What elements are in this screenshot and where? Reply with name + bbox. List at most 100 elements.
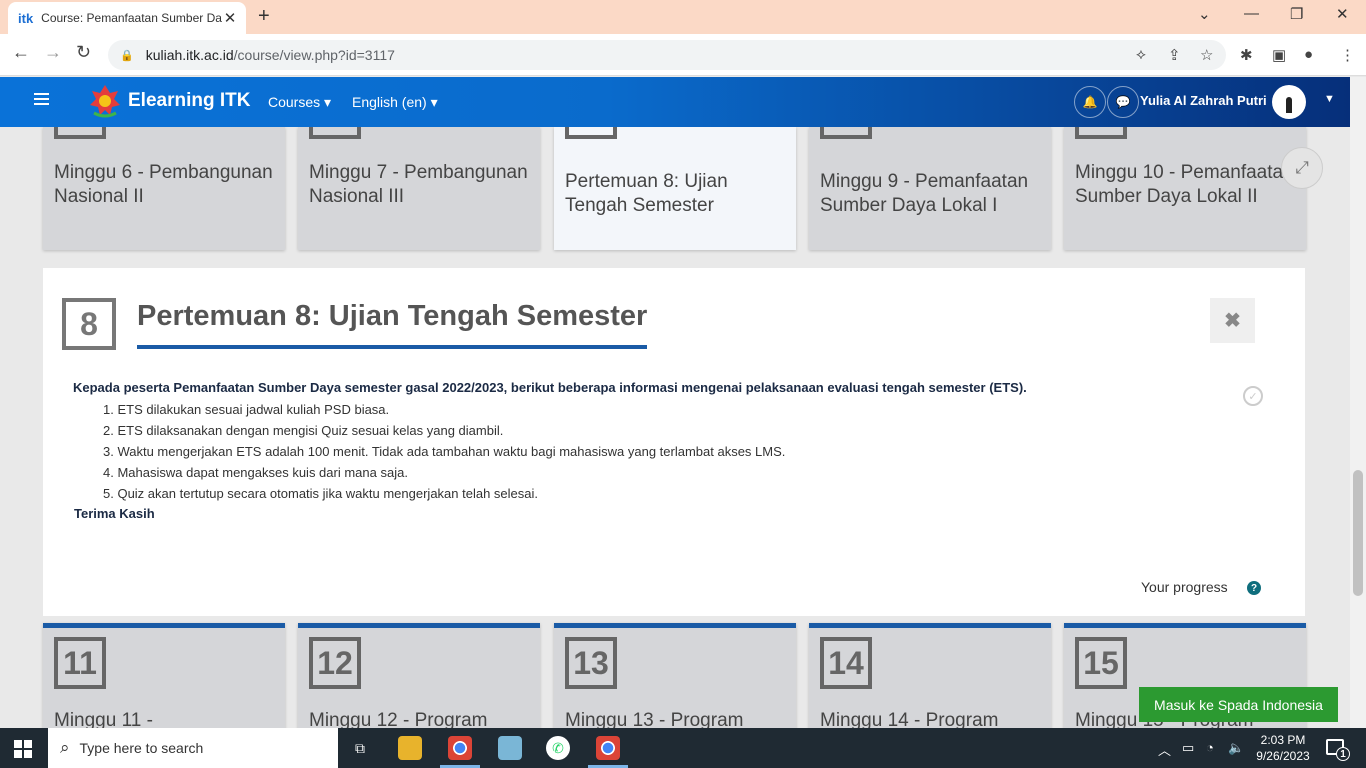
tab-title: Course: Pemanfaatan Sumber Daya <box>41 11 222 25</box>
notes-app-icon[interactable] <box>498 736 522 760</box>
chevron-down-icon: ▾ <box>430 94 438 110</box>
card-title: Minggu 12 - Program <box>309 710 488 728</box>
section-number: 8 <box>62 298 116 350</box>
volume-icon[interactable]: 🔈 <box>1228 740 1244 756</box>
language-menu[interactable]: English (en) ▾ <box>352 94 438 111</box>
user-name[interactable]: Yulia Al Zahrah Putri <box>1140 93 1267 108</box>
course-content: Minggu 6 - Pembangunan Nasional II Mingg… <box>0 127 1350 728</box>
section-card-11[interactable]: 11 Minggu 11 - <box>43 623 285 728</box>
card-title: Pertemuan 8: Ujian Tengah Semester <box>565 171 728 216</box>
extensions-puzzle-icon[interactable]: ✱ <box>1240 46 1253 64</box>
list-item: 1. ETS dilakukan sesuai jadwal kuliah PS… <box>103 402 390 417</box>
url-host: kuliah.itk.ac.id <box>145 47 234 63</box>
clock[interactable]: 2:03 PM 9/26/2023 <box>1252 732 1314 764</box>
section-card-10[interactable]: Minggu 10 - Pemanfaatan Sumber Daya Loka… <box>1064 127 1306 250</box>
list-item: 5. Quiz akan tertutup secara otomatis ji… <box>103 486 539 501</box>
tab-close-icon[interactable]: ✕ <box>222 9 238 27</box>
close-section-button[interactable]: ✖ <box>1210 298 1255 343</box>
taskbar-search[interactable]: ⌕ Type here to search <box>48 728 338 768</box>
section-card-9[interactable]: Minggu 9 - Pemanfaatan Sumber Daya Lokal… <box>809 127 1051 250</box>
whatsapp-icon[interactable]: ✆ <box>546 736 570 760</box>
section-title: Pertemuan 8: Ujian Tengah Semester <box>137 300 648 349</box>
card-top-border <box>1064 623 1306 628</box>
clock-time: 2:03 PM <box>1260 733 1306 747</box>
section-card-12[interactable]: 12 Minggu 12 - Program <box>298 623 540 728</box>
section-card-14[interactable]: 14 Minggu 14 - Program <box>809 623 1051 728</box>
address-toolbar: ← → ↻ 🔒 kuliah.itk.ac.id /course/view.ph… <box>0 34 1366 76</box>
expand-icon[interactable]: ⤢ <box>1281 147 1323 189</box>
section-panel: 8 Pertemuan 8: Ujian Tengah Semester ✖ K… <box>43 268 1305 616</box>
section-number-box: 11 <box>54 637 106 689</box>
section-card-8[interactable]: Pertemuan 8: Ujian Tengah Semester <box>554 127 796 250</box>
notification-center-icon[interactable]: 1 <box>1326 739 1350 761</box>
battery-icon[interactable]: ▭ <box>1182 740 1194 756</box>
browser-menu-icon[interactable]: ⋮ <box>1340 46 1355 64</box>
windows-start-icon[interactable] <box>14 740 32 758</box>
itk-logo-icon <box>90 85 120 118</box>
wifi-icon[interactable]: ◔ <box>1206 740 1214 755</box>
minimize-icon[interactable]: — <box>1244 5 1259 22</box>
section-card-13[interactable]: 13 Minggu 13 - Program <box>554 623 796 728</box>
card-top-border <box>554 623 796 628</box>
help-icon[interactable]: ? <box>1247 581 1261 595</box>
task-view-icon[interactable]: ⧉ <box>348 736 372 760</box>
forward-arrow-icon[interactable]: → <box>44 42 62 63</box>
progress-label: Your progress <box>1141 579 1228 595</box>
card-top-border <box>809 623 1051 628</box>
url-bar[interactable]: 🔒 kuliah.itk.ac.id /course/view.php?id=3… <box>108 40 1226 70</box>
file-explorer-icon[interactable] <box>398 736 422 760</box>
section-card-7[interactable]: Minggu 7 - Pembangunan Nasional III <box>298 127 540 250</box>
section-number-box: 14 <box>820 637 872 689</box>
site-brand[interactable]: Elearning ITK <box>128 90 250 112</box>
info-list: 1. ETS dilakukan sesuai jadwal kuliah PS… <box>103 401 785 506</box>
tab-search-chevron-icon[interactable]: ⌄ <box>1198 5 1211 23</box>
card-title: Minggu 11 - <box>54 710 153 728</box>
section-number-box <box>820 127 872 139</box>
section-number-box <box>54 127 106 139</box>
notification-count: 1 <box>1336 747 1350 761</box>
chrome-icon[interactable] <box>448 736 472 760</box>
card-title: Minggu 10 - Pemanfaatan Sumber Daya Loka… <box>1075 162 1294 207</box>
hamburger-menu-icon[interactable] <box>34 93 49 105</box>
section-number-box <box>565 127 617 139</box>
completion-check-icon[interactable]: ✓ <box>1243 386 1263 406</box>
share-icon[interactable]: ⇪ <box>1168 46 1181 64</box>
card-title: Minggu 7 - Pembangunan Nasional III <box>309 162 528 207</box>
notifications-bell-icon[interactable]: 🔔 <box>1074 86 1106 118</box>
side-panel-icon[interactable]: ▣ <box>1272 46 1286 64</box>
restore-icon[interactable]: ❐ <box>1290 5 1303 23</box>
spada-button[interactable]: Masuk ke Spada Indonesia <box>1139 687 1338 722</box>
section-number-box: 15 <box>1075 637 1127 689</box>
windows-taskbar: ⌕ Type here to search ⧉ ✆ ︿ ▭ ◔ 🔈 2:03 P… <box>0 728 1366 768</box>
tray-chevron-icon[interactable]: ︿ <box>1158 740 1171 759</box>
card-top-border <box>43 623 285 628</box>
chrome-profile-icon[interactable] <box>596 736 620 760</box>
section-card-6[interactable]: Minggu 6 - Pembangunan Nasional II <box>43 127 285 250</box>
list-item: 2. ETS dilaksanakan dengan mengisi Quiz … <box>103 423 504 438</box>
clock-date: 9/26/2023 <box>1256 749 1310 763</box>
browser-tab[interactable]: itk Course: Pemanfaatan Sumber Daya ✕ <box>8 2 246 34</box>
card-top-border <box>298 623 540 628</box>
language-menu-label: English (en) <box>352 94 427 110</box>
section-number-box: 12 <box>309 637 361 689</box>
courses-menu[interactable]: Courses ▾ <box>268 94 331 111</box>
reload-icon[interactable]: ↻ <box>76 42 91 63</box>
new-tab-button[interactable]: + <box>258 5 270 28</box>
user-menu-caret-icon[interactable]: ▼ <box>1324 93 1335 105</box>
closing-text: Terima Kasih <box>74 506 155 521</box>
card-title: Minggu 9 - Pemanfaatan Sumber Daya Lokal… <box>820 171 1029 216</box>
window-close-icon[interactable]: ✕ <box>1336 5 1349 23</box>
messages-chat-icon[interactable]: 💬 <box>1107 86 1139 118</box>
card-title: Minggu 14 - Program <box>820 710 999 728</box>
page-scrollbar[interactable] <box>1350 77 1366 728</box>
back-arrow-icon[interactable]: ← <box>12 42 30 63</box>
itk-favicon-icon: itk <box>18 10 34 26</box>
bookmark-star-icon[interactable]: ☆ <box>1200 46 1213 64</box>
card-title: Minggu 6 - Pembangunan Nasional II <box>54 162 273 207</box>
browser-tab-bar: itk Course: Pemanfaatan Sumber Daya ✕ + … <box>0 0 1366 34</box>
avatar[interactable] <box>1272 85 1306 119</box>
list-item: 4. Mahasiswa dapat mengakses kuis dari m… <box>103 465 408 480</box>
scrollbar-thumb[interactable] <box>1353 470 1363 596</box>
profile-icon[interactable]: ● <box>1304 46 1313 63</box>
translate-icon[interactable]: ⟡ <box>1136 46 1146 63</box>
